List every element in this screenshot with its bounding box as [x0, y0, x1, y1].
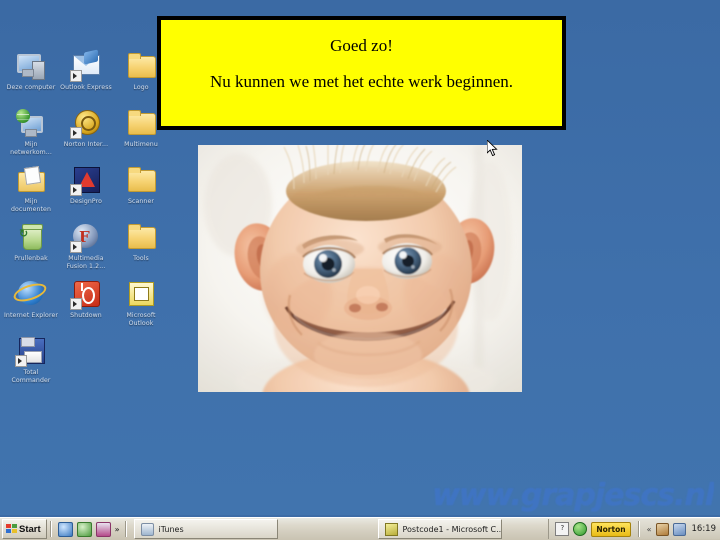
desktop-icon-label: Multimedia Fusion 1.2... — [66, 255, 106, 270]
desktop-icon-designpro[interactable]: DesignPro — [59, 164, 113, 206]
taskbar[interactable]: Start » iTunes Postcode1 - Microsoft C..… — [0, 517, 720, 540]
taskbar-task-window-label: Postcode1 - Microsoft C... — [402, 524, 503, 534]
taskbar-task-window[interactable]: Postcode1 - Microsoft C... — [378, 519, 503, 539]
quick-launch-bar[interactable]: » — [55, 521, 123, 537]
chevron-left-icon[interactable]: « — [647, 525, 652, 534]
total-commander-icon — [15, 335, 47, 367]
folder-icon — [125, 221, 157, 253]
site-watermark: www.grapjescs.nl — [432, 478, 714, 513]
start-button-label: Start — [19, 523, 41, 535]
desktop-icon-tools[interactable]: Tools — [114, 221, 168, 263]
mouse-cursor — [487, 140, 498, 156]
desktop-icon-outlook-express[interactable]: Outlook Express — [59, 49, 113, 92]
desktop-icon-label: DesignPro — [69, 198, 103, 205]
browser-icon[interactable] — [76, 521, 92, 537]
desktop-icon-shutdown[interactable]: Shutdown — [59, 278, 113, 320]
desktop-icon-prullenbak[interactable]: ↻ Prullenbak — [4, 221, 58, 263]
tray-icon-1[interactable] — [655, 522, 669, 536]
tray-separator — [637, 521, 640, 537]
multimedia-fusion-icon: F — [70, 221, 102, 253]
overflow-icon[interactable]: » — [115, 525, 120, 534]
ms-outlook-icon — [125, 278, 157, 310]
norton-badge[interactable]: Norton — [591, 521, 631, 537]
my-documents-icon — [15, 164, 47, 196]
desktop-icon-scanner[interactable]: Scanner — [114, 164, 168, 206]
baby-face-image — [198, 145, 522, 392]
taskbar-task-itunes[interactable]: iTunes — [134, 519, 279, 539]
desktop-icon-norton-inter[interactable]: Norton Inter... — [59, 107, 113, 149]
windows-flag-icon — [6, 524, 17, 534]
baby-face-photo — [198, 145, 522, 392]
desktop-icon-label: Microsoft Outlook — [126, 312, 156, 327]
start-button[interactable]: Start — [2, 519, 47, 539]
window-icon — [385, 522, 399, 536]
desktop-icon-label: Prullenbak — [14, 255, 48, 262]
folder-icon — [125, 107, 157, 139]
recycle-bin-icon: ↻ — [15, 221, 47, 253]
desktop-icon-label: Multimenu — [124, 141, 158, 148]
desktop-icon-label: Tools — [133, 255, 149, 262]
system-tray[interactable]: ? Norton « 16:19 — [548, 519, 720, 539]
desktop-icon-label: Mijn documenten — [11, 198, 51, 213]
folder-icon — [125, 50, 157, 82]
my-computer-icon — [15, 50, 47, 82]
desktop-icon-label: Outlook Express — [60, 84, 112, 91]
folder-icon — [125, 164, 157, 196]
green-shield-icon[interactable] — [573, 522, 588, 536]
desktop-icon-multimedia-fusion-1-2[interactable]: F Multimedia Fusion 1.2... — [59, 221, 113, 270]
taskbar-task-itunes-label: iTunes — [158, 524, 184, 534]
norton-icon — [70, 107, 102, 139]
designpro-icon — [70, 164, 102, 196]
desktop-icon-label: Scanner — [127, 198, 154, 205]
taskbar-separator-1 — [49, 521, 52, 537]
message-box-body: Nu kunnen we met het echte werk beginnen… — [209, 72, 514, 91]
outlook-express-icon — [70, 49, 102, 82]
network-places-icon — [15, 107, 47, 139]
desktop-icon-label: Deze computer — [6, 84, 56, 91]
desktop-icon-label: Shutdown — [70, 312, 102, 319]
desktop-icon-label: Total Commander — [11, 369, 51, 384]
music-note-icon — [141, 522, 155, 536]
document-icon[interactable]: ? — [555, 522, 570, 536]
desktop-icon-label: Mijn netwerkom... — [10, 141, 52, 156]
tray-icon-2[interactable] — [672, 522, 686, 536]
desktop-icon-total-commander[interactable]: Total Commander — [4, 335, 58, 384]
tray-clock[interactable]: 16:19 — [690, 524, 717, 534]
desktop-icon-microsoft-outlook[interactable]: Microsoft Outlook — [114, 278, 168, 327]
message-box: Goed zo! Nu kunnen we met het echte werk… — [157, 16, 566, 130]
internet-explorer-icon — [11, 278, 49, 310]
save-icon[interactable] — [95, 521, 111, 537]
desktop-icon-deze-computer[interactable]: Deze computer — [4, 50, 58, 92]
desktop-icon-mijn-documenten[interactable]: Mijn documenten — [4, 164, 58, 213]
show-desktop-icon[interactable] — [57, 521, 73, 537]
desktop-icon-label: Norton Inter... — [63, 141, 109, 148]
taskbar-separator-2 — [125, 521, 128, 537]
desktop-screenshot: Deze computer Outlook Express Logo Mijn net… — [0, 0, 720, 540]
desktop-icon-mijn-netwerkom[interactable]: Mijn netwerkom... — [4, 107, 58, 156]
desktop-icon-internet-explorer[interactable]: Internet Explorer — [4, 278, 58, 320]
desktop-icon-label: Internet Explorer — [4, 312, 58, 319]
shutdown-icon — [70, 278, 102, 310]
message-box-title: Goed zo! — [330, 36, 393, 55]
